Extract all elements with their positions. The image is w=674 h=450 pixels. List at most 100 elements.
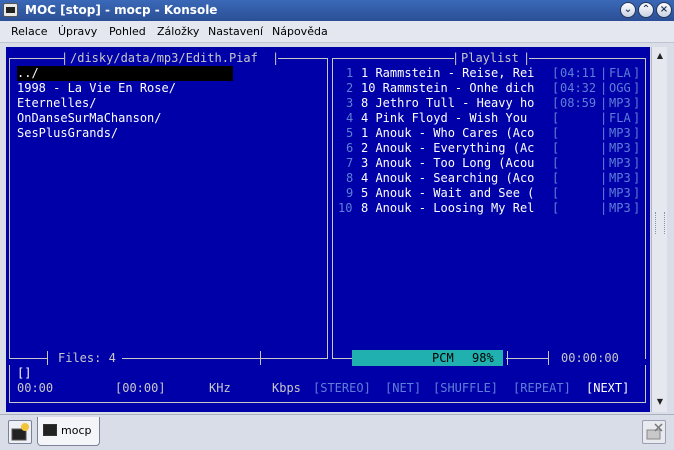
browser-path-bracket-right: | (272, 51, 280, 65)
playlist-row-number: 9 (346, 186, 354, 200)
playlist-row-time-open: [ (552, 111, 560, 125)
playlist-row-time-open: [ (552, 141, 560, 155)
playlist-row-format-close: ] (633, 66, 641, 80)
menu-upravy[interactable]: Úpravy (58, 25, 97, 38)
playlist-row-format-close: ] (633, 186, 641, 200)
playlist-row-format-close: ] (633, 141, 641, 155)
mixer-value: 98% (472, 351, 494, 365)
menu-pohled[interactable]: Pohled (109, 25, 146, 38)
playlist-row-format-close: ] (633, 171, 641, 185)
flag-shuffle: [SHUFFLE] (433, 381, 499, 395)
terminal-icon (43, 424, 57, 436)
playlist-row-format-close: ] (633, 96, 641, 110)
terminal-scrollbar[interactable]: ▲ ▼ (651, 47, 667, 412)
playlist-row-number: 6 (346, 141, 354, 155)
playlist-row-number: 4 (346, 111, 354, 125)
browser-item[interactable]: OnDanseSurMaChanson/ (17, 111, 162, 126)
playlist-row-separator: | (600, 126, 608, 140)
playlist-row-title: 3 Anouk - Too Long (Acou (361, 156, 535, 170)
playlist-row-separator: | (600, 81, 608, 95)
playlist-row-title: 5 Anouk - Wait and See ( (361, 186, 535, 200)
playlist-row-title: 10 Rammstein - Onhe dich (361, 81, 535, 95)
playlist-row-separator: | (600, 156, 608, 170)
playlist-row-format: MP3 (609, 201, 631, 215)
tab-label: mocp (61, 424, 92, 437)
playlist-row-format: MP3 (609, 126, 631, 140)
window-titlebar: MOC [stop] - mocp - Konsole ⌄ ⌃ × (0, 0, 674, 21)
playlist-row-time-open: [ (552, 126, 560, 140)
playlist-row-format: FLA (609, 111, 631, 125)
menu-zalozky[interactable]: Záložky (157, 25, 199, 38)
playlist-row-time: 08:59 (560, 96, 597, 110)
playlist-row-time-open: [ (552, 66, 560, 80)
tab-mocp[interactable]: mocp (37, 417, 100, 446)
playlist-row-separator: | (600, 201, 608, 215)
playlist-row-number: 3 (346, 96, 354, 110)
playlist-row-format: MP3 (609, 156, 631, 170)
playlist-title-bracket-left: | (452, 51, 460, 65)
playlist-row-time: 04:11 (560, 66, 597, 80)
playlist-title-bracket-right: | (523, 51, 531, 65)
playlist-row-format: MP3 (609, 171, 631, 185)
playlist-row-time: 04:32 (560, 81, 597, 95)
menu-bar: Relace Úpravy Pohled Záložky Nastavení N… (0, 21, 674, 43)
playlist-row-title: 8 Anouk - Loosing My Rel (361, 201, 535, 215)
total-time: 00:00:00 (561, 351, 619, 365)
browser-item[interactable]: SesPlusGrands/ (17, 126, 118, 141)
playlist-row-number: 7 (346, 156, 354, 170)
scroll-down-arrow-icon[interactable]: ▼ (653, 395, 667, 409)
browser-item[interactable]: Eternelles/ (17, 96, 96, 111)
playlist-row-format-close: ] (633, 81, 641, 95)
playlist-row-format-close: ] (633, 111, 641, 125)
playlist-title: Playlist (461, 51, 519, 65)
menu-napoveda[interactable]: Nápověda (272, 25, 328, 38)
playlist-row-format: MP3 (609, 186, 631, 200)
playlist-row-separator: | (600, 66, 608, 80)
playlist-row-title: 4 Anouk - Searching (Aco (361, 171, 535, 185)
scroll-up-arrow-icon[interactable]: ▲ (653, 49, 667, 63)
playlist-row-format: OGG (609, 81, 631, 95)
new-session-button[interactable] (8, 420, 32, 444)
playlist-row-format-close: ] (633, 126, 641, 140)
playlist-row-format: FLA (609, 66, 631, 80)
playlist-row-time-open: [ (552, 171, 560, 185)
playlist-row-format: MP3 (609, 141, 631, 155)
files-count: Files: 4 (58, 351, 116, 365)
scroll-thumb[interactable] (655, 212, 665, 234)
flag-net: [NET] (385, 381, 422, 395)
konsole-app-icon[interactable] (3, 3, 18, 17)
close-session-button[interactable] (642, 420, 666, 444)
playlist-row-time-open: [ (552, 96, 560, 110)
close-button[interactable]: × (656, 2, 672, 18)
flag-stereo: [STEREO] (313, 381, 371, 395)
playlist-row-separator: | (600, 186, 608, 200)
menu-nastaveni[interactable]: Nastavení (208, 25, 263, 38)
playlist-row-number: 8 (346, 171, 354, 185)
playlist-row-format-close: ] (633, 201, 641, 215)
playlist-row-separator: | (600, 171, 608, 185)
playlist-row-title: 4 Pink Floyd - Wish You (361, 111, 535, 125)
menu-relace[interactable]: Relace (11, 25, 48, 38)
flag-repeat: [REPEAT] (513, 381, 571, 395)
playlist-row-separator: | (600, 111, 608, 125)
playlist-row-separator: | (600, 141, 608, 155)
playlist-row-format-close: ] (633, 156, 641, 170)
playlist-row-format: MP3 (609, 96, 631, 110)
khz-label: KHz (209, 381, 231, 395)
playlist-row-number: 5 (346, 126, 354, 140)
playlist-row-time-open: [ (552, 156, 560, 170)
browser-item[interactable]: 1998 - La Vie En Rose/ (17, 81, 176, 96)
close-session-icon (646, 423, 663, 440)
time-total: [00:00] (115, 381, 166, 395)
mixer-label: PCM (432, 351, 454, 365)
maximize-button[interactable]: ⌃ (638, 2, 654, 18)
browser-path: /disky/data/mp3/Edith.Piaf (70, 51, 258, 65)
status-message: [] (17, 366, 32, 380)
minimize-button[interactable]: ⌄ (620, 2, 636, 18)
mixer-bar[interactable]: PCM 98% (352, 350, 506, 366)
browser-item[interactable]: ../ (17, 66, 233, 81)
new-session-icon (11, 423, 29, 441)
kbps-label: Kbps (272, 381, 301, 395)
terminal-view[interactable]: | /disky/data/mp3/Edith.Piaf | ../ 1998 … (6, 47, 650, 412)
playlist-row-number: 1 (346, 66, 354, 80)
